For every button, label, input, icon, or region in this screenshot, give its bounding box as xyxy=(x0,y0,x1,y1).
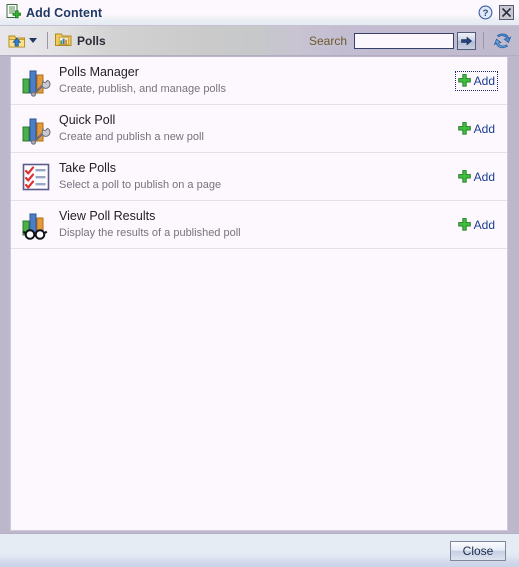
list-item-text: Quick Poll Create and publish a new poll xyxy=(59,113,456,144)
list-item-description: Create and publish a new poll xyxy=(59,131,204,143)
bar-chart-glasses-icon xyxy=(19,208,53,242)
add-button-label: Add xyxy=(473,169,495,184)
list-item[interactable]: View Poll Results Display the results of… xyxy=(11,201,507,249)
search-input[interactable] xyxy=(354,32,454,49)
refresh-icon[interactable] xyxy=(491,30,513,52)
add-button[interactable]: Add xyxy=(456,216,497,234)
content-list-panel: Polls Manager Create, publish, and manag… xyxy=(10,57,508,531)
breadcrumb-label: Polls xyxy=(77,33,106,48)
add-button-label: Add xyxy=(473,217,495,232)
add-button[interactable]: Add xyxy=(454,70,499,91)
list-item-title: Take Polls xyxy=(59,161,116,175)
list-item-text: Take Polls Select a poll to publish on a… xyxy=(59,161,456,192)
list-item[interactable]: Polls Manager Create, publish, and manag… xyxy=(11,57,507,105)
list-item-description: Create, publish, and manage polls xyxy=(59,83,226,95)
add-button-label: Add xyxy=(473,121,495,136)
chevron-down-glyph xyxy=(29,38,37,43)
chevron-down-icon[interactable] xyxy=(26,31,40,51)
toolbar-separator-1 xyxy=(47,32,48,49)
green-plus-icon xyxy=(457,218,471,231)
add-button-label: Add xyxy=(473,73,495,88)
dialog-toolbar: Polls Search xyxy=(0,26,519,56)
list-item-description: Select a poll to publish on a page xyxy=(59,179,222,191)
folder-up-icon[interactable] xyxy=(8,30,26,52)
list-item-title: Polls Manager xyxy=(59,65,139,79)
document-add-icon xyxy=(6,3,21,22)
dialog-titlebar: Add Content ? xyxy=(0,0,519,26)
green-plus-icon xyxy=(457,122,471,135)
help-icon[interactable]: ? xyxy=(477,4,494,21)
bar-chart-wrench-icon xyxy=(19,112,53,146)
list-item-title: View Poll Results xyxy=(59,209,156,223)
add-button[interactable]: Add xyxy=(456,120,497,138)
list-item-text: Polls Manager Create, publish, and manag… xyxy=(59,65,456,96)
search-label: Search xyxy=(308,33,347,48)
list-item-title: Quick Poll xyxy=(59,113,116,127)
add-button[interactable]: Add xyxy=(456,168,497,186)
bar-chart-wrench-icon xyxy=(19,64,53,98)
folder-chart-icon xyxy=(55,32,72,50)
list-item-text: View Poll Results Display the results of… xyxy=(59,209,456,240)
close-button[interactable]: Close xyxy=(450,541,506,561)
add-content-dialog: Add Content ? Polls Search Polls Manager… xyxy=(0,0,519,567)
list-item[interactable]: Take Polls Select a poll to publish on a… xyxy=(11,153,507,201)
toolbar-separator-2 xyxy=(483,32,484,49)
breadcrumb-polls[interactable]: Polls xyxy=(55,32,106,50)
arrow-right-icon xyxy=(461,36,473,45)
list-item[interactable]: Quick Poll Create and publish a new poll… xyxy=(11,105,507,153)
checklist-icon xyxy=(19,160,53,194)
list-item-description: Display the results of a published poll xyxy=(59,227,241,239)
svg-text:?: ? xyxy=(483,8,489,19)
dialog-title: Add Content xyxy=(26,5,103,20)
green-plus-icon xyxy=(457,170,471,183)
green-plus-icon xyxy=(457,74,471,87)
close-icon[interactable] xyxy=(498,4,515,21)
search-submit-button[interactable] xyxy=(457,31,476,50)
dialog-footer: Close xyxy=(0,533,519,567)
